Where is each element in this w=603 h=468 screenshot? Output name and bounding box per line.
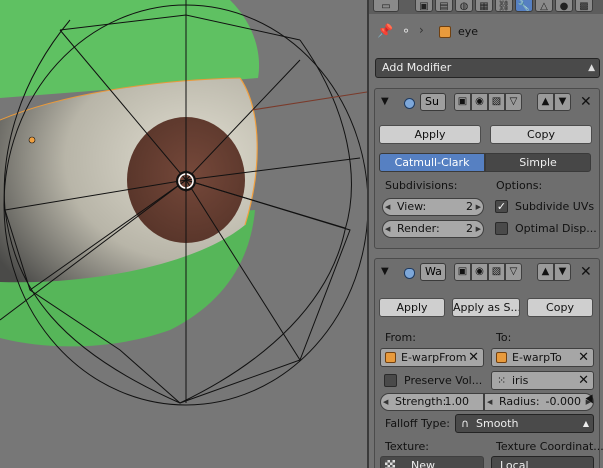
- preserve-volume-label: Preserve Vol...: [404, 374, 483, 387]
- to-label: To:: [496, 331, 512, 344]
- editor-type-icon[interactable]: ▭: [373, 0, 399, 12]
- warp-modifier-panel: ▼ Wa ▣ ◉ ▧ ▽ ▲ ▼ ✕ Apply Apply as S... C…: [374, 258, 603, 468]
- vertex-group-icon: ⁙: [497, 374, 507, 387]
- texture-coordinates-label: Texture Coordinat...: [496, 440, 603, 453]
- optimal-display-label: Optimal Disp...: [515, 222, 597, 235]
- context-breadcrumb: 📌 ⚬ › eye: [369, 18, 603, 46]
- texture-selector[interactable]: New: [380, 456, 484, 468]
- render-toggle-icon[interactable]: ▣: [454, 263, 471, 281]
- copy-button[interactable]: Copy: [490, 125, 592, 144]
- falloff-type-dropdown[interactable]: ∩ Smooth ▲: [455, 414, 594, 433]
- warp-icon: [404, 268, 415, 279]
- render-toggle-icon[interactable]: ▣: [454, 93, 471, 111]
- render-levels-field[interactable]: ◀ Render: 2 ▶: [382, 220, 484, 238]
- vertex-group-field[interactable]: ⁙ iris ✕: [491, 371, 594, 390]
- mesh-cube-icon: [496, 352, 507, 363]
- increment-arrow-icon: ▶: [475, 203, 481, 211]
- preserve-volume-checkbox[interactable]: [384, 374, 397, 387]
- apply-as-shape-button[interactable]: Apply as S...: [452, 298, 520, 317]
- from-object-field[interactable]: E-warpFrom ✕: [380, 348, 484, 367]
- data-tab-icon[interactable]: △: [535, 0, 553, 12]
- subdivide-uvs-label: Subdivide UVs: [515, 200, 595, 213]
- close-icon[interactable]: ✕: [580, 264, 592, 280]
- mesh-cube-icon: [439, 26, 451, 38]
- radius-field[interactable]: ◀ Radius: -0.000 ▶: [484, 393, 594, 411]
- mesh-cube-icon: [385, 352, 396, 363]
- options-label: Options:: [496, 179, 543, 192]
- decrement-arrow-icon: ◀: [383, 398, 389, 406]
- updown-arrows-icon: ▲: [588, 63, 595, 73]
- add-modifier-dropdown[interactable]: Add Modifier ▲: [375, 58, 600, 78]
- texture-coordinates-dropdown[interactable]: Local: [491, 456, 594, 468]
- object-name: eye: [458, 25, 479, 38]
- clear-icon[interactable]: ✕: [468, 349, 479, 366]
- material-tab-icon[interactable]: ●: [555, 0, 573, 12]
- object-tab-icon[interactable]: ▦: [475, 0, 493, 12]
- chevron-right-icon: ›: [419, 23, 424, 37]
- world-tab-icon[interactable]: ◍: [455, 0, 473, 12]
- view-levels-field[interactable]: ◀ View: 2 ▶: [382, 198, 484, 216]
- warp-header: ▼ Wa ▣ ◉ ▧ ▽ ▲ ▼ ✕: [375, 259, 599, 285]
- smooth-curve-icon: ∩: [461, 417, 470, 430]
- render-tab-icon[interactable]: ▣: [415, 0, 433, 12]
- move-down-icon[interactable]: ▼: [554, 263, 571, 281]
- modifier-name-field[interactable]: Su: [420, 93, 446, 111]
- object-icon: ⚬: [401, 24, 412, 38]
- close-icon[interactable]: ✕: [580, 94, 592, 110]
- properties-editor: ▭ ▣ ▤ ◍ ▦ ⛓ 🔧 △ ● ▩ 📌 ⚬ › eye Add Modifi…: [369, 0, 603, 468]
- cage-toggle-icon[interactable]: ▽: [505, 93, 522, 111]
- subdivide-uvs-checkbox[interactable]: ✓: [495, 200, 508, 213]
- clear-icon[interactable]: ✕: [578, 372, 589, 389]
- cage-toggle-icon[interactable]: ▽: [505, 263, 522, 281]
- to-object-field[interactable]: E-warpTo ✕: [491, 348, 594, 367]
- simple-option[interactable]: Simple: [485, 153, 591, 172]
- add-modifier-label: Add Modifier: [382, 61, 452, 74]
- move-down-icon[interactable]: ▼: [554, 93, 571, 111]
- modifiers-tab-icon[interactable]: 🔧: [515, 0, 533, 12]
- 3d-viewport[interactable]: [0, 0, 367, 468]
- pin-icon[interactable]: 📌: [377, 24, 393, 39]
- move-up-icon[interactable]: ▲: [537, 263, 554, 281]
- texture-checker-icon: [385, 460, 395, 468]
- collapse-triangle-icon[interactable]: ▼: [381, 96, 389, 107]
- texture-label: Texture:: [385, 440, 429, 453]
- from-label: From:: [385, 331, 416, 344]
- decrement-arrow-icon: ◀: [385, 203, 391, 211]
- copy-button[interactable]: Copy: [527, 298, 593, 317]
- move-up-icon[interactable]: ▲: [537, 93, 554, 111]
- falloff-type-label: Falloff Type:: [385, 417, 450, 430]
- constraints-tab-icon[interactable]: ⛓: [495, 0, 513, 12]
- increment-arrow-icon: ▶: [475, 225, 481, 233]
- modifier-name-field[interactable]: Wa: [420, 263, 446, 281]
- apply-button[interactable]: Apply: [379, 125, 481, 144]
- decrement-arrow-icon: ◀: [487, 398, 493, 406]
- optimal-display-checkbox[interactable]: [495, 222, 508, 235]
- properties-tab-bar: ▭ ▣ ▤ ◍ ▦ ⛓ 🔧 △ ● ▩: [369, 0, 603, 14]
- viewport-scene: [0, 0, 367, 406]
- apply-button[interactable]: Apply: [379, 298, 445, 317]
- subsurf-icon: [404, 98, 415, 109]
- subsurf-header: ▼ Su ▣ ◉ ▧ ▽ ▲ ▼ ✕: [375, 89, 599, 115]
- clear-icon[interactable]: ✕: [578, 349, 589, 366]
- updown-arrows-icon: ▲: [582, 419, 589, 428]
- editmode-toggle-icon[interactable]: ▧: [488, 93, 505, 111]
- scene-tab-icon[interactable]: ▤: [435, 0, 453, 12]
- viewport-toggle-icon[interactable]: ◉: [471, 263, 488, 281]
- editmode-toggle-icon[interactable]: ▧: [488, 263, 505, 281]
- texture-tab-icon[interactable]: ▩: [575, 0, 593, 12]
- viewport-toggle-icon[interactable]: ◉: [471, 93, 488, 111]
- catmull-clark-option[interactable]: Catmull-Clark: [379, 153, 485, 172]
- strength-field[interactable]: ◀ Strength: 1.00: [380, 393, 484, 411]
- decrement-arrow-icon: ◀: [385, 225, 391, 233]
- subdivisions-label: Subdivisions:: [385, 179, 458, 192]
- subsurf-modifier-panel: ▼ Su ▣ ◉ ▧ ▽ ▲ ▼ ✕ Apply Copy Catmull-Cl…: [374, 88, 600, 249]
- collapse-triangle-icon[interactable]: ▼: [381, 266, 389, 277]
